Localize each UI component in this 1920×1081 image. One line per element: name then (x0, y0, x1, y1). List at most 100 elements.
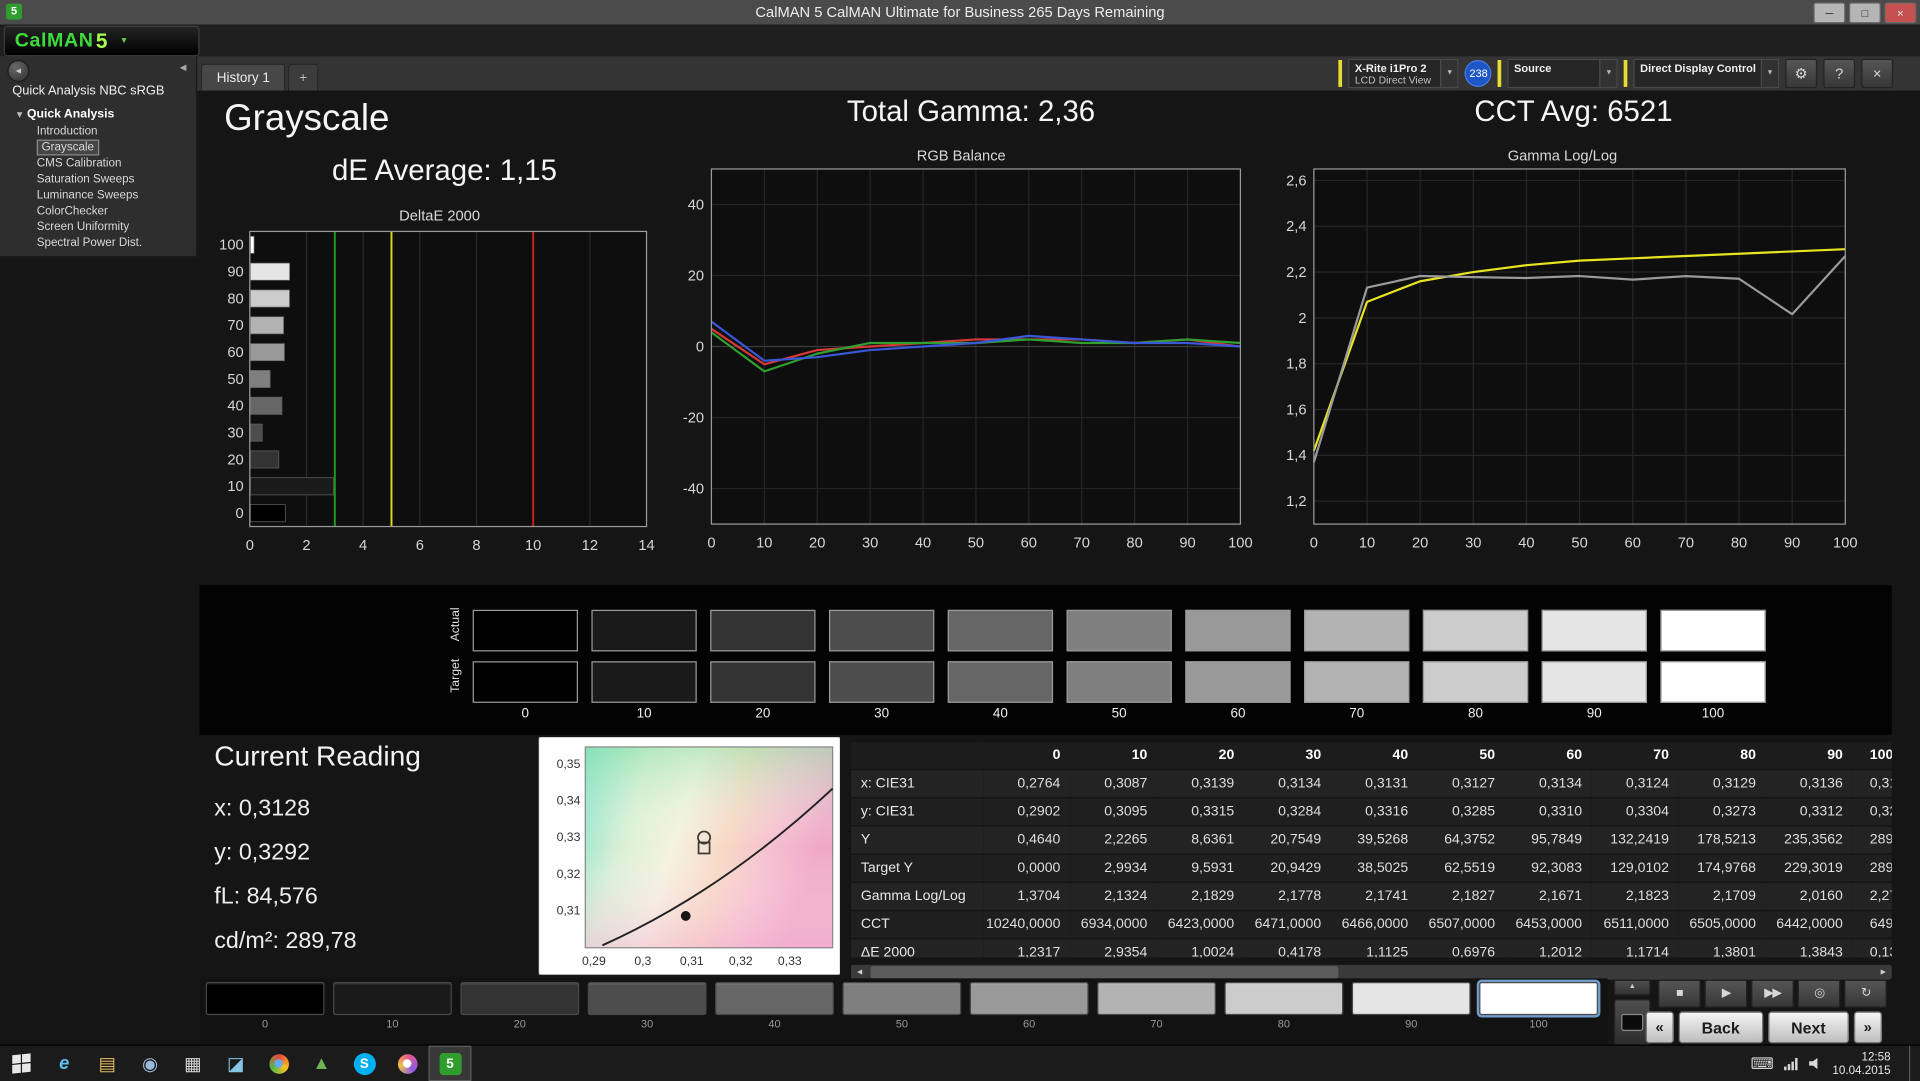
scroll-left-button[interactable]: ◄ (851, 968, 868, 977)
sidebar-item-saturation-sweeps[interactable]: Saturation Sweeps (0, 171, 196, 187)
pattern-strip-collapse-button[interactable]: ▲ (1613, 979, 1651, 996)
google-drive-icon[interactable]: ▲ (300, 1046, 343, 1081)
sidebar-back-button[interactable]: ◄ (7, 60, 30, 83)
pattern-level-50-button[interactable] (842, 982, 962, 1016)
pattern-level-80-button[interactable] (1224, 982, 1344, 1016)
table-cell: 10240,0000 (983, 910, 1071, 940)
meter-selector[interactable]: X-Rite i1Pro 2 LCD Direct View ▼ (1348, 58, 1459, 89)
pattern-level-10-button[interactable] (333, 982, 452, 1016)
pattern-level-70-button[interactable] (1097, 982, 1216, 1016)
display-control-selector[interactable]: Direct Display Control ▼ (1634, 58, 1780, 89)
source-selector[interactable]: Source ▼ (1507, 58, 1619, 89)
svg-text:100: 100 (1833, 535, 1858, 551)
play-button[interactable]: ▶ (1704, 979, 1748, 1008)
sidebar-item-cms-calibration[interactable]: CMS Calibration (0, 156, 196, 172)
calman-icon[interactable]: 5 (428, 1045, 472, 1081)
table-cell: 0,3310 (1504, 797, 1592, 827)
actual-row-label: Actual (449, 607, 463, 642)
svg-text:50: 50 (1571, 535, 1587, 551)
scroll-right-button[interactable]: ► (1875, 968, 1892, 977)
scrollbar-thumb[interactable] (870, 966, 1339, 979)
svg-text:90: 90 (1784, 535, 1800, 551)
keyboard-icon[interactable]: ⌨ (1751, 1054, 1774, 1074)
add-tab-button[interactable]: + (288, 63, 319, 91)
maximize-button[interactable]: □ (1848, 2, 1881, 24)
sidebar-item-colorchecker[interactable]: ColorChecker (0, 203, 196, 219)
start-button[interactable] (0, 1046, 43, 1081)
source-label: Source (1514, 62, 1552, 75)
table-cell: 6423,0000 (1157, 910, 1245, 940)
table-column-header: 50 (1417, 742, 1505, 771)
next-chevron-button[interactable]: » (1853, 1011, 1882, 1044)
chevron-down-icon: ▼ (1760, 60, 1778, 87)
record-button[interactable]: ◎ (1797, 979, 1841, 1008)
app-icon[interactable]: ◉ (129, 1046, 172, 1081)
taskbar-clock[interactable]: 12:58 10.04.2015 (1832, 1050, 1890, 1077)
next-button[interactable]: Next (1767, 1011, 1849, 1044)
sidebar-item-grayscale[interactable]: Grayscale (0, 139, 196, 156)
pattern-level-20-button[interactable] (460, 982, 580, 1016)
chevron-down-icon: ▼ (1440, 60, 1458, 87)
loop-button[interactable]: ↻ (1844, 979, 1887, 1008)
swatch-level-label: 60 (1230, 706, 1246, 722)
network-icon[interactable] (1784, 1057, 1799, 1070)
pattern-level-100-button[interactable] (1479, 982, 1598, 1016)
show-desktop-button[interactable] (1908, 1045, 1918, 1081)
skype-icon[interactable]: S (343, 1046, 386, 1081)
minimize-button[interactable]: ─ (1813, 2, 1846, 24)
pattern-cell: 10 (333, 982, 452, 1032)
sidebar-item-luminance-sweeps[interactable]: Luminance Sweeps (0, 187, 196, 203)
table-cell: 9,5931 (1157, 854, 1245, 883)
menu-row: CalMAN 5 ▼ (0, 24, 1920, 57)
internet-explorer-icon[interactable]: e (43, 1046, 86, 1081)
file-explorer-icon[interactable]: ▤ (86, 1046, 129, 1081)
sidebar-collapse-button[interactable]: ◄ (178, 61, 189, 73)
workspace-close-button[interactable]: × (1861, 58, 1894, 89)
sidebar-item-introduction[interactable]: Introduction (0, 124, 196, 140)
svg-text:10: 10 (756, 535, 772, 551)
pattern-level-40-button[interactable] (715, 982, 834, 1016)
table-cell: 0,3127 (1417, 769, 1505, 799)
back-chevron-button[interactable]: « (1645, 1011, 1674, 1044)
stop-button[interactable]: ■ (1657, 979, 1701, 1008)
target-swatch-10 (591, 661, 697, 703)
svg-text:20: 20 (809, 535, 825, 551)
svg-text:50: 50 (968, 535, 984, 551)
table-cell: 1,2317 (983, 938, 1071, 958)
apps-grid-icon[interactable]: ▦ (171, 1046, 214, 1081)
rgb-balance-chart: 0 10 20 30 40 50 60 70 80 90 100 40 20 0 -20 -40 (683, 168, 1253, 551)
system-tray: ⌨ 12:58 10.04.2015 (1751, 1045, 1920, 1081)
sidebar-item-screen-uniformity[interactable]: Screen Uniformity (0, 219, 196, 235)
calman-window: 5 CalMAN 5 CalMAN Ultimate for Business … (0, 0, 1920, 1081)
table-cell: 2,1778 (1244, 882, 1332, 912)
svg-text:14: 14 (638, 538, 654, 554)
calman-logo-menu[interactable]: CalMAN 5 ▼ (3, 25, 200, 57)
table-column-header: 20 (1157, 742, 1245, 771)
deltae-chart-title: DeltaE 2000 (399, 206, 481, 225)
pattern-level-30-button[interactable] (587, 982, 707, 1016)
svg-text:0,33: 0,33 (778, 954, 802, 968)
pattern-level-90-button[interactable] (1351, 982, 1471, 1016)
svg-text:100: 100 (1228, 535, 1253, 551)
sidebar-item-spectral-power-dist-[interactable]: Spectral Power Dist. (0, 235, 196, 251)
svg-text:40: 40 (1518, 535, 1534, 551)
pattern-level-0-button[interactable] (205, 982, 325, 1016)
table-cell: 6934,0000 (1070, 910, 1158, 940)
help-button[interactable]: ? (1823, 58, 1856, 89)
start-icon (12, 1053, 31, 1074)
pattern-level-60-button[interactable] (969, 982, 1089, 1016)
back-button[interactable]: Back (1678, 1011, 1763, 1044)
pattern-level-label: 80 (1277, 1017, 1290, 1030)
fast-forward-button[interactable]: ▶▶ (1751, 979, 1794, 1008)
target-swatch-70 (1304, 661, 1410, 703)
volume-icon[interactable] (1809, 1057, 1818, 1070)
close-button[interactable]: × (1884, 2, 1917, 24)
chrome-icon[interactable] (257, 1046, 300, 1081)
photos-icon[interactable]: ◪ (214, 1046, 257, 1081)
workspace-toolbar: History 1 + X-Rite i1Pro 2 LCD Direct Vi… (0, 56, 1920, 92)
sidebar-group-quick-analysis[interactable]: ▾ Quick Analysis (0, 104, 196, 124)
tab-history-1[interactable]: History 1 (200, 63, 286, 91)
settings-button[interactable]: ⚙ (1785, 58, 1818, 89)
pattern-cell: 40 (715, 982, 834, 1032)
paint-icon[interactable] (386, 1046, 429, 1081)
